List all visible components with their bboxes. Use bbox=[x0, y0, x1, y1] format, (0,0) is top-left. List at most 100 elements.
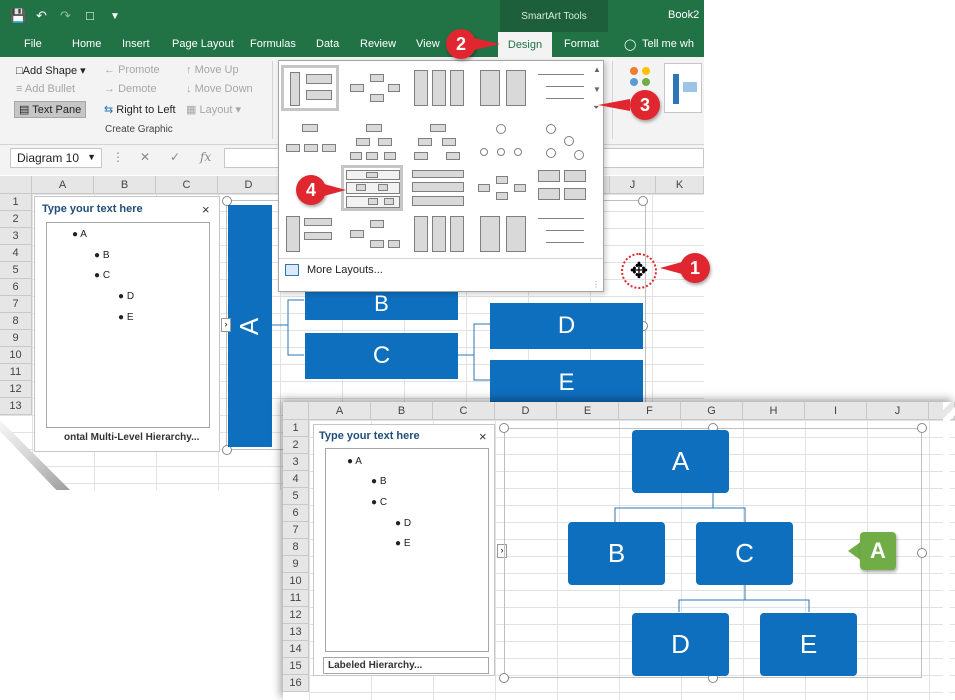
layout-thumb[interactable] bbox=[345, 119, 403, 165]
move-up-button[interactable]: ↑ Move Up bbox=[186, 64, 239, 76]
column-header[interactable]: J bbox=[610, 176, 656, 194]
row-header[interactable]: 7 bbox=[0, 296, 32, 313]
row-header[interactable]: 12 bbox=[283, 607, 309, 624]
undo-icon[interactable]: ↶ bbox=[36, 8, 47, 24]
column-header[interactable]: E bbox=[557, 402, 619, 420]
row-header[interactable]: 14 bbox=[283, 641, 309, 658]
new-document-icon[interactable]: □ bbox=[86, 8, 94, 23]
layout-button[interactable]: ▦ Layout ▾ bbox=[186, 103, 241, 116]
layout-thumb-labeled-hierarchy[interactable] bbox=[341, 165, 403, 211]
list-item[interactable]: ● E bbox=[395, 538, 411, 549]
tab-view[interactable]: View bbox=[416, 38, 440, 50]
list-item[interactable]: ● A bbox=[347, 456, 362, 467]
layout-thumb-horizontal-multi-level[interactable] bbox=[281, 65, 339, 111]
row-header[interactable]: 6 bbox=[283, 505, 309, 522]
resize-handle[interactable] bbox=[638, 196, 648, 206]
layout-thumb[interactable] bbox=[409, 165, 467, 211]
row-header[interactable]: 1 bbox=[283, 420, 309, 437]
layout-thumb[interactable] bbox=[473, 65, 531, 111]
row-header[interactable]: 6 bbox=[0, 279, 32, 296]
column-header[interactable]: J bbox=[867, 402, 929, 420]
row-header[interactable]: 11 bbox=[283, 590, 309, 607]
resize-handle[interactable] bbox=[917, 423, 927, 433]
row-header[interactable]: 13 bbox=[0, 398, 32, 415]
layout-thumb[interactable] bbox=[473, 119, 531, 165]
customize-toolbar-icon[interactable]: ▼ bbox=[110, 11, 120, 22]
tab-review[interactable]: Review bbox=[360, 38, 396, 50]
list-item[interactable]: ● B bbox=[94, 250, 110, 261]
list-item[interactable]: ● E bbox=[118, 312, 134, 323]
move-down-button[interactable]: ↓ Move Down bbox=[186, 83, 253, 95]
row-header[interactable]: 3 bbox=[0, 228, 32, 245]
name-box[interactable]: Diagram 10 ▼ bbox=[10, 148, 102, 168]
layout-thumb[interactable] bbox=[281, 119, 339, 165]
row-header[interactable]: 2 bbox=[0, 211, 32, 228]
cancel-icon[interactable]: ✕ bbox=[140, 150, 150, 164]
list-item[interactable]: ● B bbox=[371, 476, 387, 487]
layout-thumb[interactable] bbox=[473, 211, 531, 257]
tab-data[interactable]: Data bbox=[316, 38, 339, 50]
gallery-resize-grip[interactable]: ⋮ bbox=[592, 280, 600, 289]
row-header[interactable]: 10 bbox=[0, 347, 32, 364]
column-header[interactable]: D bbox=[495, 402, 557, 420]
row-header[interactable]: 9 bbox=[283, 556, 309, 573]
column-header[interactable]: B bbox=[371, 402, 433, 420]
shape-d[interactable]: D bbox=[632, 613, 729, 676]
row-header[interactable]: 8 bbox=[283, 539, 309, 556]
add-bullet-button[interactable]: ≡ Add Bullet bbox=[16, 83, 75, 95]
resize-handle[interactable] bbox=[917, 548, 927, 558]
row-header[interactable]: 13 bbox=[283, 624, 309, 641]
shape-a[interactable]: A bbox=[228, 205, 272, 447]
column-header[interactable]: H bbox=[743, 402, 805, 420]
column-header[interactable]: G bbox=[681, 402, 743, 420]
text-pane-list[interactable] bbox=[46, 222, 210, 428]
select-all-corner[interactable] bbox=[0, 176, 32, 194]
insert-function-icon[interactable]: fx bbox=[200, 150, 211, 164]
row-header[interactable]: 7 bbox=[283, 522, 309, 539]
column-header[interactable]: I bbox=[805, 402, 867, 420]
column-header[interactable]: A bbox=[32, 176, 94, 194]
save-icon[interactable]: 💾 bbox=[10, 8, 26, 24]
row-header[interactable]: 5 bbox=[283, 488, 309, 505]
select-all-corner[interactable] bbox=[283, 402, 309, 420]
chevron-down-icon[interactable]: ▼ bbox=[87, 152, 96, 162]
list-item[interactable]: ● D bbox=[395, 518, 411, 529]
column-header[interactable]: A bbox=[309, 402, 371, 420]
row-header[interactable]: 3 bbox=[283, 454, 309, 471]
row-header[interactable]: 12 bbox=[0, 381, 32, 398]
resize-handle[interactable] bbox=[499, 423, 509, 433]
enter-icon[interactable]: ✓ bbox=[170, 150, 180, 164]
layout-thumb[interactable] bbox=[409, 119, 467, 165]
layout-thumb[interactable] bbox=[409, 211, 467, 257]
list-item[interactable]: ● C bbox=[371, 497, 387, 508]
list-item[interactable]: ● A bbox=[72, 229, 87, 240]
row-header[interactable]: 15 bbox=[283, 658, 309, 675]
row-header[interactable]: 16 bbox=[283, 675, 309, 692]
gallery-scroll-down-icon[interactable]: ▼ bbox=[593, 85, 601, 94]
shape-c[interactable]: C bbox=[305, 333, 458, 379]
row-header[interactable]: 1 bbox=[0, 194, 32, 211]
expand-pane-icon[interactable]: › bbox=[221, 318, 231, 332]
close-icon[interactable]: × bbox=[202, 202, 210, 217]
row-header[interactable]: 8 bbox=[0, 313, 32, 330]
resize-handle[interactable] bbox=[499, 673, 509, 683]
smartart-style-thumbnail[interactable] bbox=[664, 63, 702, 113]
row-header[interactable]: 9 bbox=[0, 330, 32, 347]
tab-page-layout[interactable]: Page Layout bbox=[172, 38, 234, 50]
tab-design[interactable]: Design bbox=[498, 32, 552, 57]
more-layouts-link[interactable]: More Layouts... bbox=[307, 264, 383, 276]
row-header[interactable]: 2 bbox=[283, 437, 309, 454]
text-pane-list[interactable] bbox=[325, 448, 489, 652]
layout-thumb[interactable] bbox=[533, 65, 591, 111]
list-item[interactable]: ● D bbox=[118, 291, 134, 302]
promote-button[interactable]: ← Promote bbox=[104, 64, 160, 76]
layout-thumb[interactable] bbox=[533, 119, 591, 165]
shape-c[interactable]: C bbox=[696, 522, 793, 585]
column-header[interactable]: C bbox=[433, 402, 495, 420]
row-header[interactable]: 4 bbox=[0, 245, 32, 262]
layout-thumb[interactable] bbox=[473, 165, 531, 211]
column-header[interactable]: D bbox=[218, 176, 280, 194]
column-header[interactable]: F bbox=[619, 402, 681, 420]
shape-b[interactable]: B bbox=[305, 288, 458, 320]
column-header[interactable]: K bbox=[656, 176, 704, 194]
